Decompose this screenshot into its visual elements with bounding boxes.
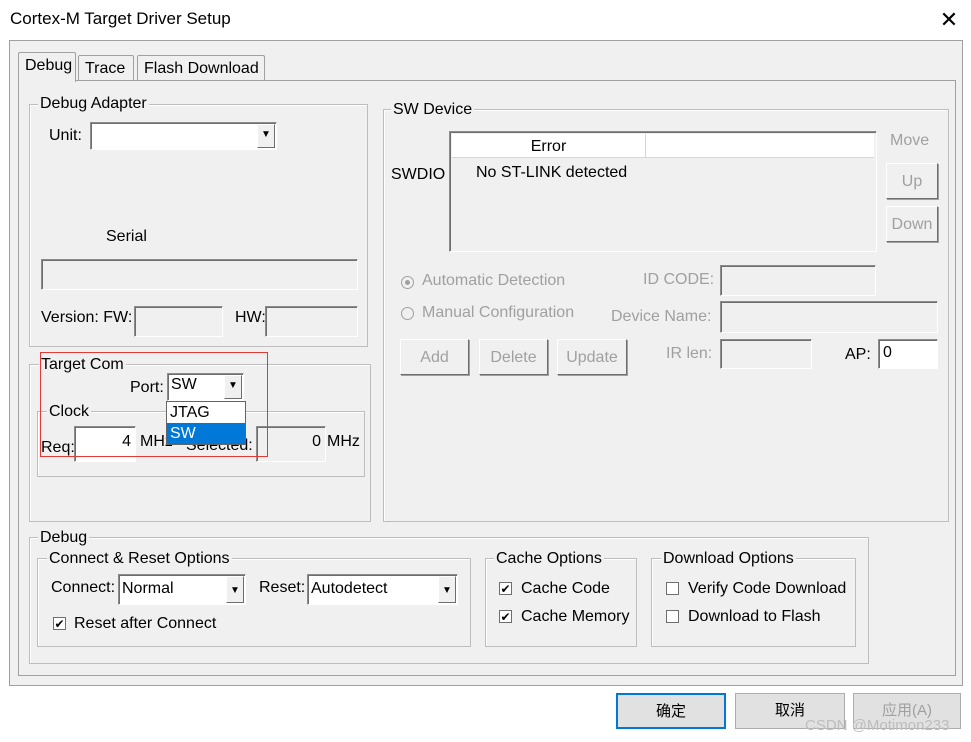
tab-trace[interactable]: Trace: [78, 55, 134, 82]
cache-code-checkbox[interactable]: ✔: [499, 582, 512, 595]
download-options-group: [651, 558, 856, 647]
connect-value: Normal: [122, 580, 174, 597]
download-to-flash-checkbox[interactable]: [666, 610, 679, 623]
window-title: Cortex-M Target Driver Setup: [10, 9, 231, 28]
ok-button[interactable]: 确定: [616, 693, 726, 729]
chevron-down-icon[interactable]: ▼: [226, 576, 244, 603]
cache-memory-label: Cache Memory: [521, 608, 630, 625]
reset-value: Autodetect: [311, 580, 388, 597]
automatic-detection-label: Automatic Detection: [422, 272, 566, 289]
device-name-label: Device Name:: [611, 308, 712, 325]
ir-len-label: IR len:: [666, 345, 713, 362]
manual-configuration-label: Manual Configuration: [422, 304, 575, 321]
chevron-down-icon[interactable]: ▼: [257, 124, 275, 148]
debug-adapter-legend: Debug Adapter: [38, 95, 149, 113]
id-code-label: ID CODE:: [643, 271, 715, 288]
reset-after-connect-checkbox[interactable]: ✔: [53, 617, 66, 630]
down-button[interactable]: Down: [886, 206, 938, 242]
cache-options-legend: Cache Options: [494, 550, 604, 568]
delete-button[interactable]: Delete: [479, 339, 548, 375]
connect-select[interactable]: Normal ▼: [118, 574, 246, 605]
serial-field: [41, 259, 358, 290]
list-header-blank: [646, 134, 874, 158]
ap-input[interactable]: 0: [878, 339, 938, 369]
cache-options-group: [485, 558, 637, 647]
add-button[interactable]: Add: [400, 339, 469, 375]
swdio-label: SWDIO: [391, 166, 446, 183]
title-bar: Cortex-M Target Driver Setup ✕: [0, 0, 971, 40]
version-fw-field: [134, 306, 223, 337]
serial-label: Serial: [106, 228, 147, 245]
reset-select[interactable]: Autodetect ▼: [307, 574, 458, 605]
tab-debug[interactable]: Debug: [18, 52, 76, 82]
verify-code-label: Verify Code Download: [688, 580, 847, 597]
id-code-field: [720, 265, 876, 296]
radio-automatic-detection[interactable]: [401, 276, 414, 289]
sw-device-legend: SW Device: [391, 101, 475, 119]
unit-select[interactable]: ▼: [90, 122, 277, 150]
reset-after-connect-label: Reset after Connect: [74, 615, 217, 632]
hw-field: [265, 306, 358, 337]
move-label: Move: [890, 132, 930, 149]
chevron-down-icon[interactable]: ▼: [438, 576, 456, 603]
list-header-error[interactable]: Error: [452, 134, 646, 158]
close-icon[interactable]: ✕: [932, 4, 966, 36]
reset-label: Reset:: [259, 579, 306, 596]
version-fw-label: Version: FW:: [41, 309, 133, 326]
swdio-device-list[interactable]: Error No ST-LINK detected: [449, 131, 877, 252]
up-button[interactable]: Up: [886, 163, 938, 199]
device-name-field: [720, 301, 938, 333]
ap-label: AP:: [845, 346, 871, 363]
debug-legend: Debug: [38, 529, 90, 547]
radio-manual-configuration[interactable]: [401, 307, 414, 320]
hw-label: HW:: [235, 309, 266, 326]
unit-label: Unit:: [49, 127, 82, 144]
list-row[interactable]: No ST-LINK detected: [476, 164, 627, 182]
ir-len-field: [720, 339, 812, 369]
download-options-legend: Download Options: [661, 550, 796, 568]
connect-label: Connect:: [51, 579, 116, 596]
verify-code-checkbox[interactable]: [666, 582, 679, 595]
cache-code-label: Cache Code: [521, 580, 610, 597]
annotation-highlight-box: [40, 352, 268, 457]
tab-flash-download[interactable]: Flash Download: [137, 55, 265, 82]
update-button[interactable]: Update: [557, 339, 627, 375]
download-to-flash-label: Download to Flash: [688, 608, 821, 625]
cache-memory-checkbox[interactable]: ✔: [499, 610, 512, 623]
connect-reset-legend: Connect & Reset Options: [47, 550, 232, 568]
watermark-text: CSDN @Motimon233: [805, 717, 950, 734]
selected-unit: MHz: [327, 433, 360, 450]
